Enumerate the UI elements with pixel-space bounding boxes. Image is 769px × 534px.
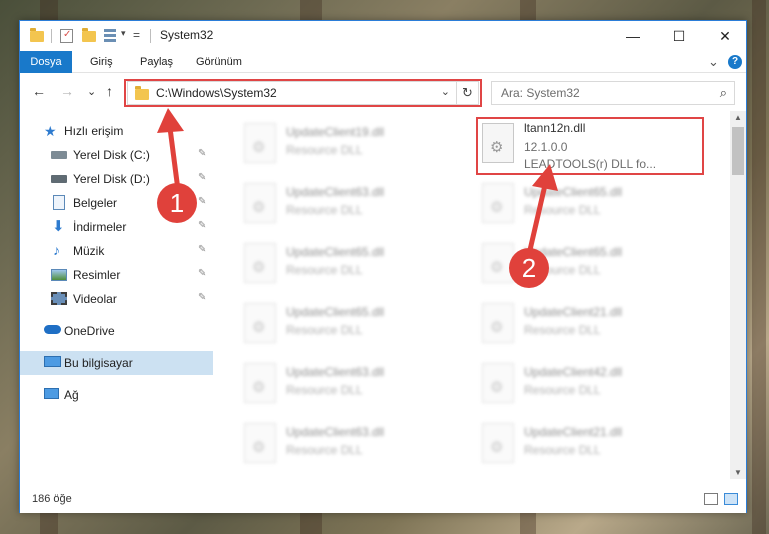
arrow-2 [527,164,558,251]
arrow-1 [157,108,184,191]
annotation-layer [157,108,558,251]
step-2-badge: 2 [509,248,549,288]
step-1-badge: 1 [157,183,197,223]
